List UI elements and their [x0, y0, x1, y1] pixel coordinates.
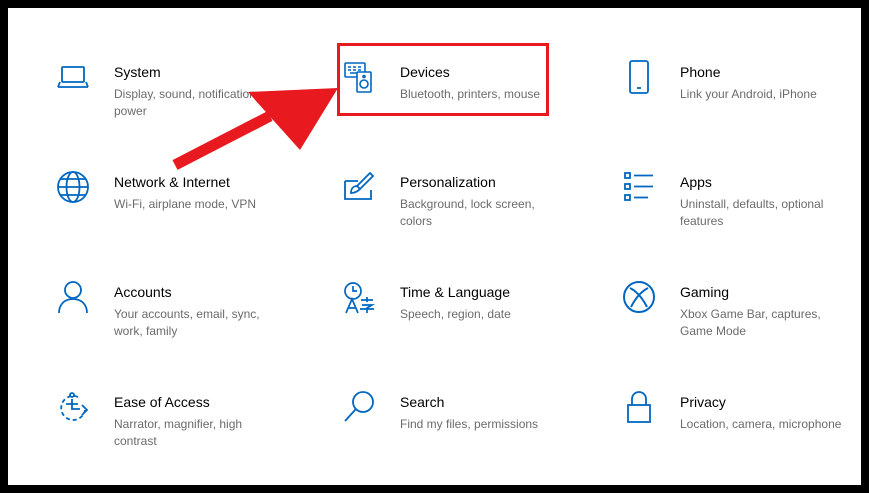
- tile-search[interactable]: Search Find my files, permissions: [341, 389, 601, 469]
- tile-description: Bluetooth, printers, mouse: [400, 87, 541, 101]
- tile-title: Personalization: [400, 174, 496, 190]
- tile-description: Narrator, magnifier, high contrast: [114, 417, 243, 448]
- tile-description: Your accounts, email, sync, work, family: [114, 307, 260, 338]
- lock-icon: [621, 389, 657, 425]
- tile-time-language[interactable]: Time & Language Speech, region, date: [341, 279, 601, 359]
- tile-title: Search: [400, 394, 445, 410]
- settings-grid: System Display, sound, notifications, po…: [8, 8, 861, 485]
- tile-privacy[interactable]: Privacy Location, camera, microphone: [621, 389, 869, 469]
- paintbrush-icon: [341, 169, 377, 205]
- tile-title: Time & Language: [400, 284, 510, 300]
- tile-phone[interactable]: Phone Link your Android, iPhone: [621, 59, 869, 139]
- tile-title: Gaming: [680, 284, 730, 300]
- tile-devices[interactable]: Devices Bluetooth, printers, mouse: [341, 59, 601, 139]
- tile-title: System: [114, 64, 161, 80]
- tile-description: Background, lock screen, colors: [400, 197, 535, 228]
- globe-icon: [55, 169, 91, 205]
- person-icon: [55, 279, 91, 315]
- tile-network[interactable]: Network & Internet Wi-Fi, airplane mode,…: [55, 169, 315, 249]
- tile-description: Location, camera, microphone: [680, 417, 842, 431]
- tile-personalization[interactable]: Personalization Background, lock screen,…: [341, 169, 601, 249]
- tile-title: Privacy: [680, 394, 726, 410]
- tile-description: Display, sound, notifications, power: [114, 87, 266, 118]
- tile-description: Wi-Fi, airplane mode, VPN: [114, 197, 257, 211]
- tile-description: Find my files, permissions: [400, 417, 539, 431]
- tile-title: Network & Internet: [114, 174, 230, 190]
- tile-title: Ease of Access: [114, 394, 210, 410]
- ease-of-access-icon: [55, 389, 91, 425]
- search-icon: [341, 389, 377, 425]
- tile-title: Devices: [400, 64, 450, 80]
- tile-description: Xbox Game Bar, captures, Game Mode: [680, 307, 821, 338]
- tile-system[interactable]: System Display, sound, notifications, po…: [55, 59, 315, 139]
- apps-list-icon: [621, 169, 657, 205]
- phone-icon: [621, 59, 657, 95]
- tile-description: Speech, region, date: [400, 307, 511, 321]
- tile-description: Link your Android, iPhone: [680, 87, 817, 101]
- devices-icon: [341, 59, 377, 95]
- time-language-icon: [341, 279, 377, 315]
- tile-gaming[interactable]: Gaming Xbox Game Bar, captures, Game Mod…: [621, 279, 869, 359]
- tile-apps[interactable]: Apps Uninstall, defaults, optional featu…: [621, 169, 869, 249]
- tile-title: Accounts: [114, 284, 172, 300]
- tile-title: Phone: [680, 64, 721, 80]
- laptop-icon: [55, 59, 91, 95]
- xbox-icon: [621, 279, 657, 315]
- tile-ease-of-access[interactable]: Ease of Access Narrator, magnifier, high…: [55, 389, 315, 469]
- tile-accounts[interactable]: Accounts Your accounts, email, sync, wor…: [55, 279, 315, 359]
- tile-description: Uninstall, defaults, optional features: [680, 197, 824, 228]
- tile-title: Apps: [680, 174, 712, 190]
